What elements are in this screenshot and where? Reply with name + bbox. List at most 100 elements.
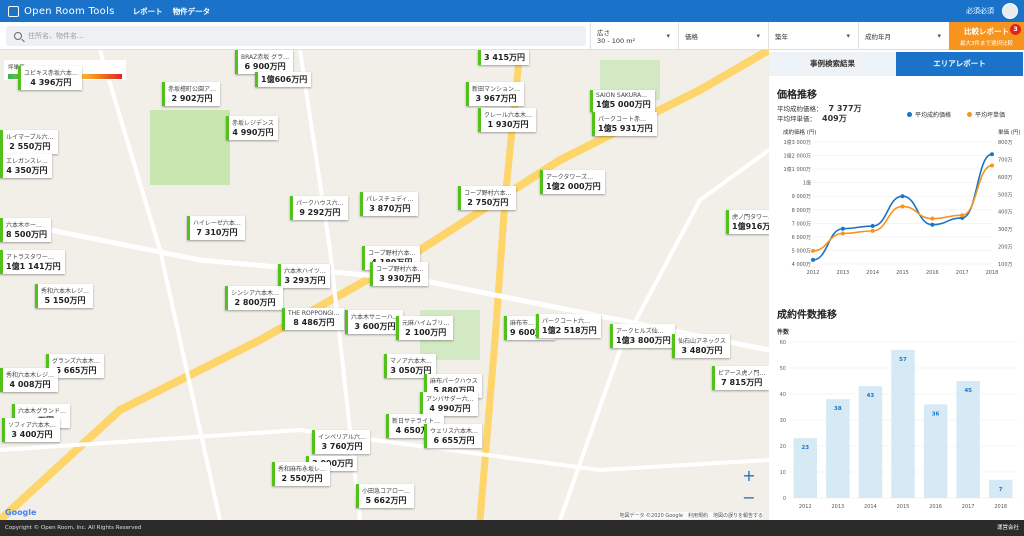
tab-case-results[interactable]: 事例検索結果 [769, 52, 896, 76]
property-marker[interactable]: コープ野村六本… 2 750万円 [458, 186, 516, 210]
property-marker[interactable]: 虎ノ門タワー…1億916万円 [726, 210, 769, 234]
filter-built-year-label: 築年 [775, 33, 788, 41]
property-marker[interactable]: パレスチュディ… 3 870万円 [360, 192, 418, 216]
y-tick-label: 1億1 000万 [784, 166, 812, 173]
nav-report[interactable]: レポート [133, 6, 163, 17]
property-marker[interactable]: ウェリス六本木… 6 655万円 [424, 424, 483, 448]
property-marker[interactable]: ソフィア六本木… 3 400万円 [2, 418, 60, 442]
user-name[interactable]: 必須必須 [966, 6, 994, 16]
app-logo[interactable]: Open Room Tools [8, 5, 115, 17]
property-marker[interactable]: アトラスタワー… 1億1 141万円 [0, 250, 65, 274]
property-marker[interactable]: 秀和六本木レジ… 5 150万円 [35, 284, 94, 308]
property-marker[interactable]: クレール六本木… 1 930万円 [478, 108, 537, 132]
x-tick-label: 2012 [799, 504, 812, 510]
property-marker[interactable]: 新田マンション… 3 967万円 [466, 82, 525, 106]
property-marker[interactable]: アークヒルズ仙… 1億3 800万円 [610, 324, 675, 348]
property-marker[interactable]: SAION SAKURA… 1億5 000万円 [590, 90, 655, 112]
search-input[interactable]: 住所名、物件名... [6, 26, 586, 46]
x-tick-label: 2018 [994, 504, 1007, 510]
marker-price: 2 100万円 [405, 328, 447, 337]
marker-name: 小田急コアロー… [362, 488, 411, 495]
y-tick-label: 1億 [803, 180, 811, 187]
filter-contract-month[interactable]: 成約年月 ▾ [858, 22, 949, 50]
y-tick-label: 50 [780, 366, 786, 372]
property-marker[interactable]: パークコート赤… 1億5 931万円 [592, 112, 657, 136]
marker-price: 1億2 000万円 [546, 182, 601, 191]
marker-name: 仙石山アネックス [678, 338, 726, 345]
marker-name: ルイマーブル六… [6, 134, 54, 141]
property-marker[interactable]: ルイマーブル六… 2 550万円 [0, 130, 58, 154]
price-stats: 平均成約価格： 7 377万 平均坪単価： 409万 [777, 104, 862, 124]
filter-built-year[interactable]: 築年 ▾ [768, 22, 858, 50]
marker-name: 赤坂檜町公園ア… [168, 86, 217, 93]
property-marker[interactable]: 秀和六本木レジ… 4 008万円 [0, 368, 59, 392]
marker-name: 秀和麻布永坂レ… [278, 466, 327, 473]
property-marker[interactable]: アークタワーズ… 1億2 000万円 [540, 170, 605, 194]
x-tick-label: 2015 [896, 270, 909, 276]
x-tick-label: 2017 [962, 504, 975, 510]
filter-bar: 住所名、物件名... 広さ 30 - 100 m² ▾ 価格 ▾ 築年 ▾ 成約年月 ▾ [0, 22, 1024, 50]
property-marker[interactable]: インペリアル六… 3 760万円 [312, 430, 370, 454]
google-logo: Google [5, 508, 37, 517]
compare-report-button[interactable]: 比較レポート 最大3件まで選択比較 3 [949, 22, 1024, 50]
property-marker[interactable]: 秀和麻布永坂レ… 2 550万円 [272, 462, 331, 486]
property-marker[interactable]: パークハウス六… 9 292万円 [290, 196, 348, 220]
marker-name: SAION SAKURA… [596, 92, 648, 99]
search-placeholder: 住所名、物件名... [28, 32, 84, 40]
x-tick-label: 2012 [807, 270, 820, 276]
avatar[interactable] [1002, 3, 1018, 19]
property-marker[interactable]: 六本木サニーハ… 3 600万円 [345, 310, 403, 334]
copyright-text: Copyright © Open Room, Inc. All Rights R… [5, 525, 142, 531]
property-marker[interactable]: ユビキス赤坂六本… 4 396万円 [18, 66, 82, 90]
filter-price[interactable]: 価格 ▾ [678, 22, 768, 50]
map-area[interactable]: 坪単価 ユビキス赤坂六本… 4 396万円 BRAZ赤坂 グラ… 6 900万円 1… [0, 50, 769, 520]
data-point [990, 163, 994, 168]
property-marker[interactable]: 小田急コアロー… 5 662万円 [356, 484, 415, 508]
zoom-in-button[interactable]: + [737, 464, 761, 486]
marker-name: マノア六本木… [390, 358, 432, 365]
company-link[interactable]: 運営会社 [997, 520, 1019, 536]
marker-name: コープ野村六本… [376, 266, 424, 273]
map-credit[interactable]: 地図データ ©2020 Google 利用規約 地図の誤りを報告する [619, 512, 763, 519]
marker-name: コープ野村六本… [368, 250, 416, 257]
data-point [960, 213, 965, 218]
marker-price: 1 930万円 [487, 120, 529, 129]
y-axis-label: 成約価格 (円) [783, 128, 817, 136]
property-marker[interactable]: アンバサダー六… 4 990万円 [420, 392, 478, 416]
property-marker[interactable]: 3 415万円 [478, 50, 530, 65]
property-marker[interactable]: 仙石山アネックス 3 480万円 [672, 334, 730, 358]
zoom-out-button[interactable]: − [737, 486, 761, 508]
property-marker[interactable]: ハイレーゼ六本… 7 310万円 [187, 216, 245, 240]
filter-contract-month-label: 成約年月 [865, 33, 891, 41]
y2-tick-label: 200万 [998, 245, 1013, 251]
filter-area[interactable]: 広さ 30 - 100 m² ▾ [590, 22, 678, 50]
property-marker[interactable]: 1億606万円 [255, 72, 312, 87]
property-marker[interactable]: パークコート六… 1億2 518万円 [536, 314, 601, 338]
property-marker[interactable]: ビアース虎ノ門… 7 815万円 [712, 366, 769, 390]
property-marker[interactable]: 六本木ホー… 8 500万円 [0, 218, 52, 242]
marker-name: コープ野村六本… [464, 190, 512, 197]
property-marker[interactable]: BRAZ赤坂 グラ… 6 900万円 [235, 50, 294, 74]
marker-price: 2 902万円 [171, 94, 213, 103]
nav-property-data[interactable]: 物件データ [173, 6, 211, 17]
property-marker[interactable]: 六本木ハイツ… 3 293万円 [278, 264, 330, 288]
marker-price: 1億916万円 [732, 222, 769, 231]
marker-price: 3 967万円 [475, 94, 517, 103]
property-marker[interactable]: 元麻ハイムブリ… 2 100万円 [396, 316, 454, 340]
property-marker[interactable]: THE ROPPONGI… 8 486万円 [282, 308, 344, 330]
marker-name: 六本木ホー… [6, 222, 43, 229]
y-tick-label: 4 000万 [792, 262, 811, 268]
property-marker[interactable]: 赤坂レジデンス 4 990万円 [226, 116, 278, 140]
marker-name: 秀和六本木レジ… [41, 288, 90, 295]
x-tick-label: 2014 [866, 270, 879, 276]
property-marker[interactable]: シンシア六本木… 2 800万円 [225, 286, 284, 310]
tab-area-report[interactable]: エリアレポート [896, 52, 1023, 76]
marker-price: 7 310万円 [196, 228, 238, 237]
data-point [811, 257, 815, 262]
marker-name: 秀和六本木レジ… [6, 372, 55, 379]
chevron-down-icon: ▾ [937, 32, 941, 40]
property-marker[interactable]: 赤坂檜町公園ア… 2 902万円 [162, 82, 221, 106]
property-marker[interactable]: コープ野村六本… 3 930万円 [370, 262, 428, 286]
property-marker[interactable]: エレガンスレ… 4 350万円 [0, 154, 52, 178]
avg-unit-value: 409万 [822, 114, 847, 123]
